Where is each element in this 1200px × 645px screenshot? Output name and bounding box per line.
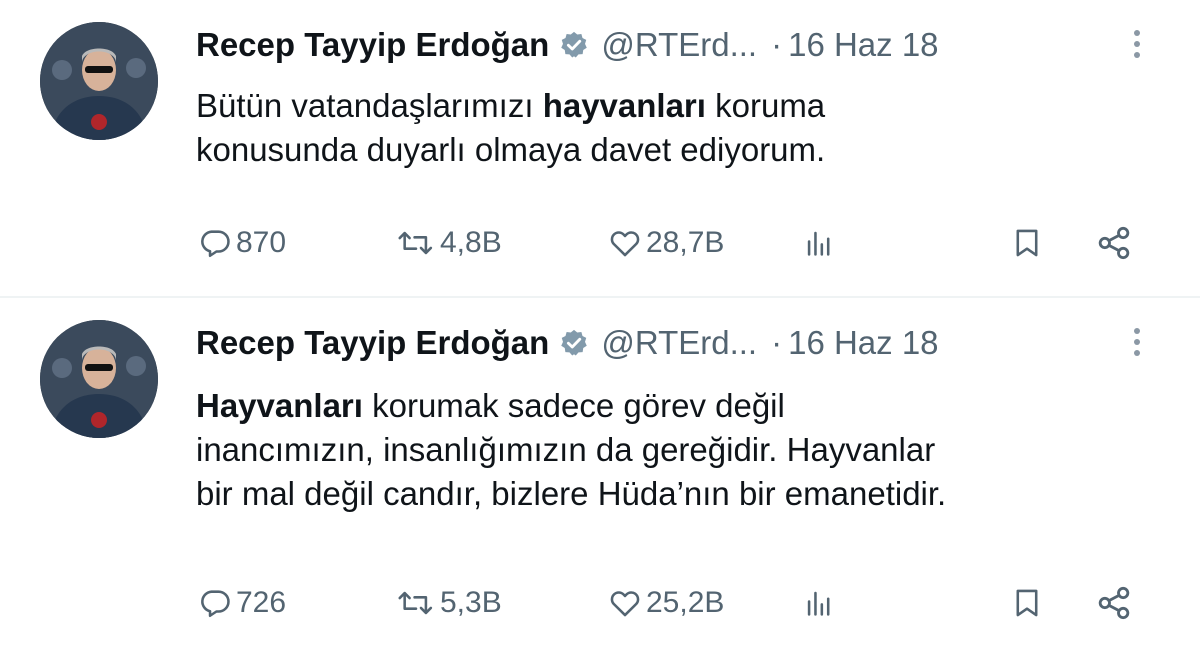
- views-button[interactable]: [802, 578, 836, 628]
- like-count: 25,2B: [646, 586, 725, 619]
- author-handle[interactable]: @RTErd...: [601, 26, 757, 64]
- reply-button[interactable]: 870: [198, 218, 286, 268]
- reply-count: 726: [236, 586, 287, 619]
- verified-badge-icon: [559, 30, 589, 60]
- retweet-icon: [396, 226, 436, 260]
- retweet-button[interactable]: 4,8B: [396, 218, 502, 268]
- tweet-card[interactable]: Recep Tayyip Erdoğan @RTErd... · 16 Haz …: [0, 0, 1200, 296]
- action-bar: 870 4,8B 28,7B: [0, 218, 1200, 268]
- share-icon: [1094, 583, 1134, 623]
- views-chart-icon: [802, 226, 836, 260]
- like-button[interactable]: 25,2B: [608, 578, 724, 628]
- views-chart-icon: [802, 586, 836, 620]
- tweet-date[interactable]: 16 Haz 18: [788, 324, 938, 362]
- tweet-text-segment: konusunda duyarlı olmaya davet ediyorum.: [196, 131, 826, 168]
- tweet-text: Bütün vatandaşlarımızı hayvanları koruma…: [196, 84, 1156, 172]
- share-button[interactable]: [1094, 218, 1134, 268]
- heart-icon: [608, 226, 642, 260]
- more-vertical-icon[interactable]: [1128, 324, 1146, 364]
- author-name[interactable]: Recep Tayyip Erdoğan: [196, 26, 549, 64]
- like-button[interactable]: 28,7B: [608, 218, 724, 268]
- tweet-text-segment: bir mal değil candır, bizlere Hüda’nın b…: [196, 475, 947, 512]
- heart-icon: [608, 586, 642, 620]
- like-count: 28,7B: [646, 226, 725, 259]
- highlighted-word: hayvanları: [542, 87, 706, 124]
- tweet-card[interactable]: Recep Tayyip Erdoğan @RTErd... · 16 Haz …: [0, 298, 1200, 645]
- separator-dot: ·: [771, 26, 783, 63]
- verified-badge-icon: [559, 328, 589, 358]
- tweet-text: Hayvanları korumak sadece görev değil ina…: [196, 384, 1156, 516]
- author-name[interactable]: Recep Tayyip Erdoğan: [196, 324, 549, 362]
- retweet-count: 5,3B: [440, 586, 502, 619]
- bookmark-button[interactable]: [1010, 218, 1044, 268]
- tweet-header: Recep Tayyip Erdoğan @RTErd... · 16 Haz …: [196, 320, 939, 366]
- bookmark-button[interactable]: [1010, 578, 1044, 628]
- share-icon: [1094, 223, 1134, 263]
- reply-count: 870: [236, 226, 287, 259]
- reply-icon: [198, 226, 232, 260]
- avatar[interactable]: [40, 320, 158, 438]
- share-button[interactable]: [1094, 578, 1134, 628]
- retweet-icon: [396, 586, 436, 620]
- tweet-text-segment: inancımızın, insanlığımızın da gereğidir…: [196, 431, 936, 468]
- tweet-text-segment: korumak sadece görev değil: [362, 387, 785, 424]
- highlighted-word: Hayvanları: [196, 387, 363, 424]
- reply-button[interactable]: 726: [198, 578, 286, 628]
- bookmark-icon: [1010, 226, 1044, 260]
- action-bar: 726 5,3B 25,2B: [0, 578, 1200, 628]
- views-button[interactable]: [802, 218, 836, 268]
- tweet-header: Recep Tayyip Erdoğan @RTErd... · 16 Haz …: [196, 22, 939, 68]
- more-vertical-icon[interactable]: [1128, 26, 1146, 66]
- reply-icon: [198, 586, 232, 620]
- bookmark-icon: [1010, 586, 1044, 620]
- author-handle[interactable]: @RTErd...: [601, 324, 757, 362]
- tweet-text-segment: Bütün vatandaşlarımızı: [196, 87, 543, 124]
- avatar[interactable]: [40, 22, 158, 140]
- retweet-count: 4,8B: [440, 226, 502, 259]
- tweet-text-segment: koruma: [705, 87, 826, 124]
- retweet-button[interactable]: 5,3B: [396, 578, 502, 628]
- separator-dot: ·: [771, 324, 783, 361]
- tweet-date[interactable]: 16 Haz 18: [788, 26, 938, 64]
